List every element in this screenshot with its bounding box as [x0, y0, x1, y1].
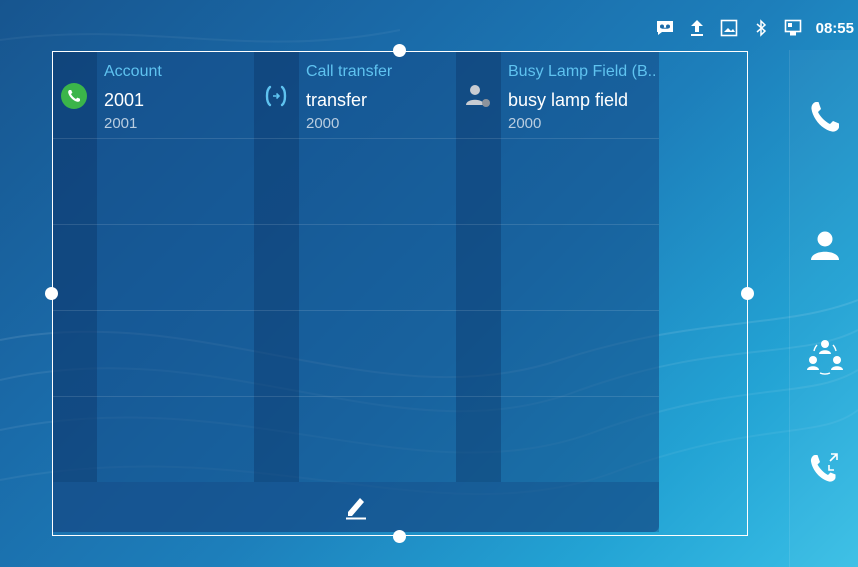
conference-icon[interactable]: [800, 332, 850, 382]
row-divider: [52, 138, 659, 139]
cell-name: transfer: [306, 90, 368, 110]
row-divider: [52, 224, 659, 225]
blf-cell[interactable]: Busy Lamp Field (B... busy lamp field 20…: [456, 52, 658, 138]
cell-title: Busy Lamp Field (B...: [508, 63, 656, 80]
side-nav: [789, 50, 858, 567]
pencil-icon[interactable]: [341, 492, 371, 522]
voicemail-icon: [656, 19, 674, 37]
cell-number: 2000: [306, 115, 340, 132]
cell-number: 2000: [508, 115, 542, 132]
contacts-icon[interactable]: [800, 220, 850, 270]
account-cell[interactable]: Account 2001 2001: [52, 52, 254, 138]
home-screen: 08:55 Account 2001 2001 Call transfer tr…: [0, 0, 858, 567]
blf-contact-icon: [464, 82, 492, 110]
cell-name: busy lamp field: [508, 90, 629, 110]
widget-footer: [52, 482, 659, 532]
call-transfer-icon: [262, 82, 290, 110]
cell-title: Call transfer: [306, 63, 393, 80]
phone-account-icon: [60, 82, 88, 110]
status-time: 08:55: [815, 19, 854, 37]
call-transfer-cell[interactable]: Call transfer transfer 2000: [254, 52, 456, 138]
cell-number: 2001: [104, 115, 138, 132]
cell-name: 2001: [104, 90, 145, 110]
resize-handle-bottom[interactable]: [393, 530, 406, 543]
status-bar: 08:55: [656, 12, 858, 44]
bluetooth-icon: [752, 19, 770, 37]
resize-handle-top[interactable]: [393, 44, 406, 57]
call-history-icon[interactable]: [800, 443, 850, 493]
row-divider: [52, 310, 659, 311]
cell-title: Account: [104, 63, 162, 80]
image-icon: [720, 19, 738, 37]
network-icon: [784, 19, 802, 37]
resize-handle-right[interactable]: [741, 287, 754, 300]
upload-icon: [688, 19, 706, 37]
resize-handle-left[interactable]: [45, 287, 58, 300]
phone-icon[interactable]: [800, 92, 850, 142]
row-divider: [52, 396, 659, 397]
favorites-widget[interactable]: Account 2001 2001 Call transfer transfer…: [52, 52, 659, 532]
